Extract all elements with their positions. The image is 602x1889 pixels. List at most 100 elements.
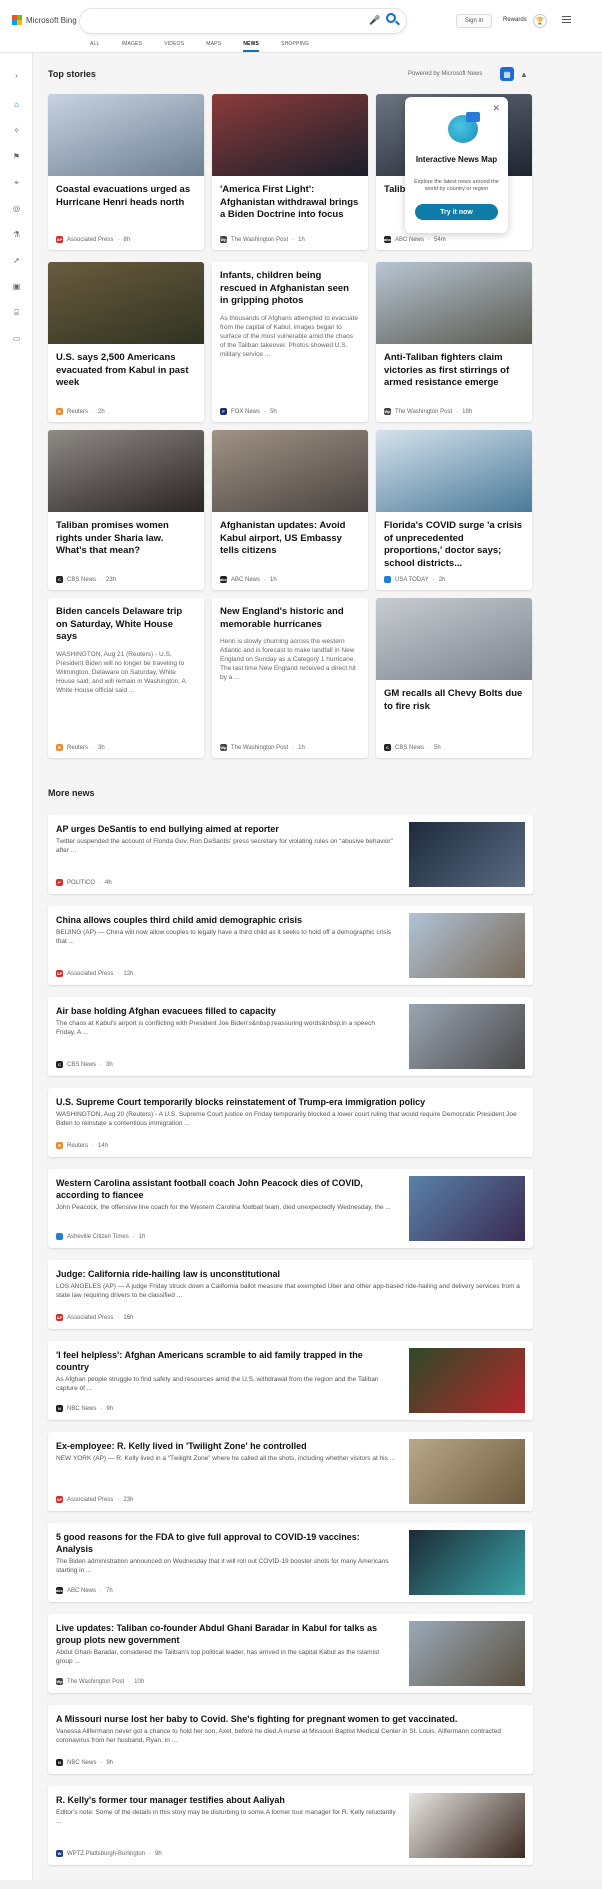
story-title[interactable]: New England's historic and memorable hur…	[212, 598, 368, 631]
source-name[interactable]: Reuters	[67, 1143, 88, 1149]
news-title[interactable]: China allows couples third child amid de…	[56, 914, 396, 926]
news-item[interactable]: R. Kelly's former tour manager testifies…	[48, 1786, 533, 1865]
story-image[interactable]	[212, 430, 368, 512]
source-name[interactable]: Associated Press	[67, 1315, 113, 1321]
flag-icon[interactable]: ⚑	[11, 151, 22, 162]
story-image[interactable]	[212, 94, 368, 176]
bing-logo[interactable]: Microsoft Bing	[12, 15, 77, 25]
source-name[interactable]: The Washington Post	[231, 745, 288, 751]
rewards-trophy-icon[interactable]: 🏆	[533, 14, 547, 28]
film-icon[interactable]: ▣	[11, 281, 22, 292]
news-thumbnail[interactable]	[409, 1530, 525, 1595]
story-card[interactable]: Afghanistan updates: Avoid Kabul airport…	[212, 430, 368, 590]
story-card[interactable]: New England's historic and memorable hur…	[212, 598, 368, 758]
news-item[interactable]: 'I feel helpless': Afghan Americans scra…	[48, 1341, 533, 1420]
news-title[interactable]: A Missouri nurse lost her baby to Covid.…	[56, 1713, 521, 1725]
story-card[interactable]: Anti-Taliban fighters claim victories as…	[376, 262, 532, 422]
microphone-icon[interactable]: 🎤	[369, 15, 380, 26]
search-icon[interactable]	[386, 13, 396, 23]
home-icon[interactable]: ⌂	[11, 99, 22, 110]
story-title[interactable]: GM recalls all Chevy Bolts due to fire r…	[376, 680, 532, 713]
tab-maps[interactable]: MAPS	[206, 41, 221, 52]
news-item[interactable]: Western Carolina assistant football coac…	[48, 1169, 533, 1248]
source-name[interactable]: Associated Press	[67, 971, 113, 977]
news-title[interactable]: Live updates: Taliban co-founder Abdul G…	[56, 1622, 396, 1646]
sparkle-icon[interactable]: ✧	[11, 125, 22, 136]
news-item[interactable]: 5 good reasons for the FDA to give full …	[48, 1523, 533, 1602]
news-thumbnail[interactable]	[409, 1621, 525, 1686]
news-title[interactable]: Judge: California ride-hailing law is un…	[56, 1268, 521, 1280]
news-item[interactable]: AP urges DeSantis to end bullying aimed …	[48, 815, 533, 894]
news-item[interactable]: Live updates: Taliban co-founder Abdul G…	[48, 1614, 533, 1693]
news-thumbnail[interactable]	[409, 1439, 525, 1504]
source-name[interactable]: The Washington Post	[231, 237, 288, 243]
source-name[interactable]: The Washington Post	[67, 1679, 124, 1685]
news-item[interactable]: China allows couples third child amid de…	[48, 906, 533, 985]
story-title[interactable]: Florida's COVID surge 'a crisis of unpre…	[376, 512, 532, 570]
source-name[interactable]: The Washington Post	[395, 409, 452, 415]
news-title[interactable]: 'I feel helpless': Afghan Americans scra…	[56, 1349, 396, 1373]
story-image[interactable]	[376, 430, 532, 512]
source-name[interactable]: USA TODAY	[395, 577, 429, 583]
news-title[interactable]: U.S. Supreme Court temporarily blocks re…	[56, 1096, 521, 1108]
source-name[interactable]: CBS News	[67, 1062, 96, 1068]
story-image[interactable]	[48, 94, 204, 176]
tab-images[interactable]: IMAGES	[122, 41, 143, 52]
map-view-icon[interactable]: ▲	[517, 67, 531, 81]
story-image[interactable]	[48, 430, 204, 512]
news-thumbnail[interactable]	[409, 1348, 525, 1413]
news-title[interactable]: 5 good reasons for the FDA to give full …	[56, 1531, 396, 1555]
story-card[interactable]: U.S. says 2,500 Americans evacuated from…	[48, 262, 204, 422]
news-thumbnail[interactable]	[409, 822, 525, 887]
story-image[interactable]	[376, 262, 532, 344]
news-title[interactable]: R. Kelly's former tour manager testifies…	[56, 1794, 396, 1806]
news-item[interactable]: Ex-employee: R. Kelly lived in 'Twilight…	[48, 1432, 533, 1511]
source-name[interactable]: Reuters	[67, 745, 88, 751]
story-title[interactable]: Anti-Taliban fighters claim victories as…	[376, 344, 532, 390]
try-it-now-button[interactable]: Try it now	[415, 204, 498, 220]
story-title[interactable]: Afghanistan updates: Avoid Kabul airport…	[212, 512, 368, 558]
news-thumbnail[interactable]	[409, 1176, 525, 1241]
news-thumbnail[interactable]	[409, 913, 525, 978]
source-name[interactable]: Asheville Citizen Times	[67, 1234, 129, 1240]
news-item[interactable]: Air base holding Afghan evacuees filled …	[48, 997, 533, 1076]
rocket-icon[interactable]: ➚	[11, 255, 22, 266]
news-title[interactable]: AP urges DeSantis to end bullying aimed …	[56, 823, 396, 835]
map-pin-icon[interactable]: ⌖	[11, 177, 22, 188]
news-item[interactable]: Judge: California ride-hailing law is un…	[48, 1260, 533, 1329]
news-title[interactable]: Ex-employee: R. Kelly lived in 'Twilight…	[56, 1440, 396, 1452]
source-name[interactable]: NBC News	[67, 1406, 96, 1412]
source-name[interactable]: Reuters	[67, 409, 88, 415]
story-image[interactable]	[48, 262, 204, 344]
grid-view-icon[interactable]: ▦	[500, 67, 514, 81]
source-name[interactable]: ABC News	[231, 577, 260, 583]
bank-icon[interactable]: ⌸	[11, 307, 22, 318]
tab-shopping[interactable]: SHOPPING	[281, 41, 309, 52]
source-name[interactable]: NBC News	[67, 1760, 96, 1766]
story-card[interactable]: Biden cancels Delaware trip on Saturday,…	[48, 598, 204, 758]
story-title[interactable]: U.S. says 2,500 Americans evacuated from…	[48, 344, 204, 390]
story-image[interactable]	[376, 598, 532, 680]
source-name[interactable]: Associated Press	[67, 1497, 113, 1503]
source-name[interactable]: WPTZ Plattsburgh-Burlington	[67, 1851, 145, 1857]
source-name[interactable]: ABC News	[395, 237, 424, 243]
card-icon[interactable]: ▭	[11, 333, 22, 344]
news-item[interactable]: A Missouri nurse lost her baby to Covid.…	[48, 1705, 533, 1774]
story-title[interactable]: 'America First Light': Afghanistan withd…	[212, 176, 368, 222]
story-title[interactable]: Infants, children being rescued in Afgha…	[212, 262, 368, 308]
story-title[interactable]: Taliban promises women rights under Shar…	[48, 512, 204, 558]
source-name[interactable]: FOX News	[231, 409, 260, 415]
news-title[interactable]: Air base holding Afghan evacuees filled …	[56, 1005, 396, 1017]
source-name[interactable]: POLITICO	[67, 880, 95, 886]
story-title[interactable]: Coastal evacuations urged as Hurricane H…	[48, 176, 204, 209]
chevron-right-icon[interactable]: ›	[11, 70, 22, 81]
news-thumbnail[interactable]	[409, 1004, 525, 1069]
source-name[interactable]: CBS News	[67, 577, 96, 583]
news-title[interactable]: Western Carolina assistant football coac…	[56, 1177, 396, 1201]
globe-icon[interactable]: ◎	[11, 203, 22, 214]
search-box[interactable]	[80, 9, 406, 33]
tab-all[interactable]: ALL	[90, 41, 100, 52]
rewards-label[interactable]: Rewards	[503, 17, 527, 23]
menu-icon[interactable]	[562, 16, 571, 25]
tab-videos[interactable]: VIDEOS	[164, 41, 184, 52]
